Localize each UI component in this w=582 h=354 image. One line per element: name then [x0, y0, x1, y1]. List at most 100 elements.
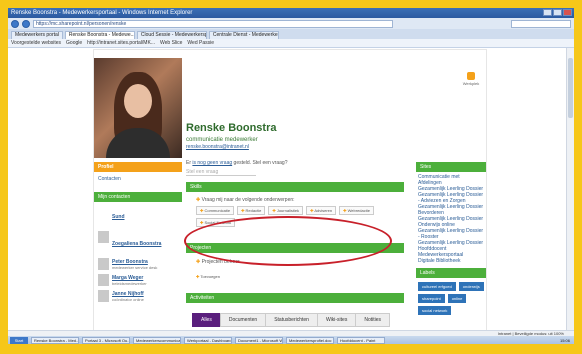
browser-tab[interactable]: Centrale Dienst - Medewerkersl...: [208, 31, 279, 39]
plus-icon: ✚: [200, 220, 204, 225]
contact-item[interactable]: Janne Nijhoff coördinator online: [94, 288, 182, 302]
contact-name[interactable]: Sund: [112, 214, 125, 220]
contact-role: beleidsmedewerker: [112, 281, 147, 286]
site-link[interactable]: Gezamenlijk Leerling Dossier - Adviezen …: [418, 192, 484, 204]
label-button[interactable]: sharepoint: [418, 294, 445, 303]
label-button[interactable]: cultureel erfgoed: [418, 282, 456, 291]
contact-role: medewerker service desk: [112, 265, 158, 270]
activities-header: Activiteiten: [186, 293, 404, 303]
favorite-link[interactable]: Wed Passie: [187, 40, 214, 46]
profile-name: Renske Boonstra: [186, 122, 277, 134]
activity-tabs: Alles Documenten Statusberichten Wiki-si…: [192, 313, 404, 327]
labels-header: Labels: [416, 268, 486, 278]
favorite-link[interactable]: Google: [66, 40, 82, 46]
site-link[interactable]: Digitale Bibliotheek: [418, 258, 484, 264]
taskbar-item[interactable]: Medewerkersprofiel.doc: [286, 336, 334, 344]
start-button[interactable]: Start: [10, 336, 28, 344]
plus-icon: ✚: [196, 274, 200, 279]
contacts-header: Mijn contacten: [94, 192, 182, 202]
minimize-button[interactable]: [543, 9, 552, 16]
scroll-thumb[interactable]: [568, 58, 573, 118]
browser-window: Renske Boonstra - Medewerkersportaal - W…: [8, 8, 574, 344]
vertical-scrollbar[interactable]: [566, 48, 574, 330]
profile-role: communicatie medewerker: [186, 137, 258, 143]
search-field[interactable]: [511, 19, 571, 28]
question-text: gesteld. Stel een vraag?: [233, 160, 288, 166]
taskbar-item[interactable]: Portaal 3 - Microsoft Ou...: [82, 336, 130, 344]
profile-email-link[interactable]: renske.boonstra@intranet.nl: [186, 144, 404, 150]
nav-item-contacts[interactable]: Contacten: [94, 172, 182, 190]
browser-tab[interactable]: Cloud Sessie - Medewerkersport...: [136, 31, 207, 39]
favorite-link[interactable]: Web Slice: [160, 40, 182, 46]
taskbar-item[interactable]: Medewerkerscommunicat...: [133, 336, 181, 344]
question-link[interactable]: is nog geen vraag: [192, 160, 232, 166]
taskbar-item[interactable]: Renske Boonstra - Med...: [31, 336, 79, 344]
highlight-ellipse: [184, 216, 392, 266]
favorite-link[interactable]: Voorgestelde websites: [11, 40, 61, 46]
contact-item[interactable]: Marga Weger beleidsmedewerker: [94, 272, 182, 286]
ask-question: Er is nog geen vraag gesteld. Stel een v…: [186, 160, 404, 176]
avatar: [98, 231, 109, 243]
plus-icon: ✚: [196, 197, 201, 203]
avatar: [98, 258, 109, 270]
forward-button[interactable]: [22, 19, 30, 28]
favorite-link[interactable]: http://intranet.sites.portal/MK...: [87, 40, 155, 46]
skill-tag[interactable]: ✚ Communicatie: [196, 206, 235, 215]
plus-icon: ✚: [272, 208, 276, 213]
taskbar-item[interactable]: Werkportaal - Dashboard...: [184, 336, 232, 344]
workplace-label: Werkplek: [462, 81, 480, 86]
skill-tag[interactable]: ✚ Redactie: [237, 206, 266, 215]
tab-notes[interactable]: Notities: [355, 313, 391, 327]
main-column: Renske Boonstra communicatie medewerker …: [184, 50, 404, 327]
nav-header-profile[interactable]: Profiel: [94, 162, 182, 172]
contact-item[interactable]: Zoegaliena Boonstra: [94, 229, 182, 250]
maximize-button[interactable]: [553, 9, 562, 16]
back-button[interactable]: [11, 19, 19, 28]
contact-role: coördinator online: [112, 297, 144, 302]
skill-tag[interactable]: ✚ Webredactie: [339, 206, 374, 215]
url-field[interactable]: https://mc.sharepoint.nl/personen/renske: [33, 19, 393, 28]
tab-all[interactable]: Alles: [192, 313, 220, 327]
avatar: [98, 274, 109, 286]
browser-tab[interactable]: Medewerkers portal: [11, 31, 63, 39]
sites-header: Sites: [416, 162, 486, 172]
taskbar-clock: 15:06: [559, 337, 570, 343]
window-titlebar: Renske Boonstra - Medewerkersportaal - W…: [8, 8, 574, 18]
taskbar-item[interactable]: Document1 - Microsoft W...: [235, 336, 283, 344]
site-link[interactable]: Gezamenlijk Leerling Dossier - Rooster: [418, 228, 484, 240]
user-icon: [467, 72, 475, 80]
site-link[interactable]: Communicatie met Afdelingen: [418, 174, 484, 186]
label-button[interactable]: online: [447, 294, 467, 303]
right-column: Werkplek Sites Communicatie met Afdeling…: [416, 50, 486, 319]
taskbar-item[interactable]: Hoofddocent - Paint: [337, 336, 385, 344]
profile-page: Profiel Contacten Mijn contacten Sund Zo…: [94, 50, 486, 330]
browser-tab-active[interactable]: Renske Boonstra - Medewe...: [64, 31, 135, 39]
page-viewport: Profiel Contacten Mijn contacten Sund Zo…: [8, 48, 574, 330]
plus-icon: ✚: [196, 259, 201, 265]
address-bar: https://mc.sharepoint.nl/personen/renske: [8, 18, 574, 29]
window-title: Renske Boonstra - Medewerkersportaal - W…: [11, 10, 193, 16]
plus-icon: ✚: [310, 208, 314, 213]
skill-tag[interactable]: ✚ Journalistiek: [268, 206, 304, 215]
projects-add[interactable]: ✚ Toevoegen: [196, 274, 220, 279]
contact-name[interactable]: Zoegaliena Boonstra: [112, 241, 161, 247]
skills-question-text: Vraag mij naar de volgende onderwerpen:: [201, 197, 295, 203]
tab-wiki[interactable]: Wiki-sites: [316, 313, 356, 327]
skills-question: ✚ Vraag mij naar de volgende onderwerpen…: [196, 197, 404, 203]
avatar: [98, 290, 109, 302]
windows-taskbar: Start Renske Boonstra - Med... Portaal 3…: [8, 336, 574, 344]
plus-icon: ✚: [241, 208, 245, 213]
close-button[interactable]: [563, 9, 572, 16]
contact-item[interactable]: Peter Boonstra medewerker service desk: [94, 256, 182, 270]
workplace-badge[interactable]: Werkplek: [460, 72, 482, 86]
skill-tag[interactable]: ✚ Adviseren: [306, 206, 337, 215]
plus-icon: ✚: [343, 208, 347, 213]
label-button[interactable]: onderwijs: [458, 282, 484, 291]
skills-header: Skills: [186, 182, 404, 192]
tab-status[interactable]: Statusberichten: [265, 313, 317, 327]
contact-item[interactable]: Sund: [94, 202, 182, 223]
question-input[interactable]: Stel een vraag: [186, 169, 256, 176]
label-button[interactable]: social network: [418, 306, 452, 315]
contacts-list: Sund Zoegaliena Boonstra Peter Boonstra …: [94, 202, 182, 302]
tab-documents[interactable]: Documenten: [219, 313, 266, 327]
